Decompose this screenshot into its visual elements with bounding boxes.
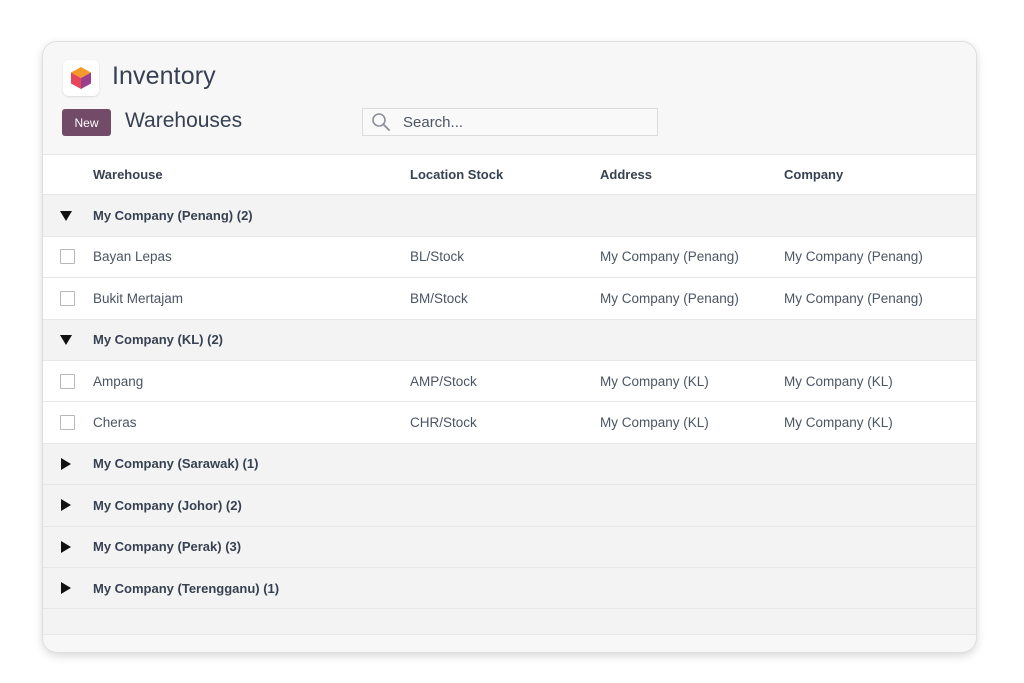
caret-down-icon[interactable] (60, 320, 72, 360)
control-panel: Inventory New Warehouses (43, 42, 976, 154)
table-header-row: Warehouse Location Stock Address Company (43, 154, 976, 196)
caret-right-icon[interactable] (60, 568, 72, 608)
search-input[interactable] (403, 113, 643, 131)
company-cell: My Company (Penang) (784, 249, 923, 265)
location-stock-cell: CHR/Stock (410, 415, 477, 431)
address-cell: My Company (KL) (600, 373, 709, 389)
app-title: Inventory (112, 62, 216, 90)
location-stock-cell: AMP/Stock (410, 373, 477, 389)
row-checkbox-cell[interactable] (60, 361, 75, 401)
group-row[interactable]: My Company (Terengganu) (1) (43, 567, 976, 610)
address-cell: My Company (Penang) (600, 290, 739, 306)
row-checkbox[interactable] (60, 290, 75, 306)
column-header-warehouse[interactable]: Warehouse (93, 155, 163, 194)
group-label: My Company (Terengganu) (1) (93, 580, 280, 596)
search-icon (372, 113, 390, 131)
row-checkbox[interactable] (60, 249, 75, 265)
address-cell: My Company (KL) (600, 415, 709, 431)
group-row[interactable]: My Company (Penang) (2) (43, 195, 976, 237)
table-row[interactable]: Bayan Lepas BL/Stock My Company (Penang) My… (43, 236, 976, 279)
new-button[interactable]: New (62, 109, 111, 136)
group-label: My Company (KL) (2) (93, 332, 223, 348)
group-label: My Company (Sarawak) (1) (93, 456, 259, 472)
warehouse-cell: Ampang (93, 373, 144, 389)
warehouse-cell: Bayan Lepas (93, 249, 172, 265)
table-row[interactable]: Ampang AMP/Stock My Company (KL) My Company… (43, 360, 976, 403)
company-cell: My Company (KL) (784, 373, 893, 389)
group-row[interactable]: My Company (Perak) (3) (43, 526, 976, 568)
column-header-location-stock[interactable]: Location Stock (410, 155, 503, 194)
group-row[interactable]: My Company (Johor) (2) (43, 485, 976, 527)
group-label: My Company (Johor) (2) (93, 497, 242, 513)
group-label: My Company (Penang) (2) (93, 208, 253, 224)
group-row[interactable]: My Company (KL) (2) (43, 319, 976, 361)
row-checkbox[interactable] (60, 373, 75, 389)
caret-right-icon[interactable] (60, 485, 72, 525)
row-checkbox-cell[interactable] (60, 278, 75, 318)
inventory-hexagon-icon (71, 67, 91, 89)
caret-right-icon[interactable] (60, 444, 72, 484)
search-bar[interactable] (362, 108, 658, 136)
table-footer (43, 609, 976, 636)
column-header-company[interactable]: Company (784, 155, 843, 194)
app-window: Inventory New Warehouses Warehouse Locat… (43, 42, 976, 652)
group-label: My Company (Perak) (3) (93, 539, 242, 555)
location-stock-cell: BM/Stock (410, 290, 468, 306)
table-row[interactable]: Cheras CHR/Stock My Company (KL) My Company… (43, 402, 976, 444)
location-stock-cell: BL/Stock (410, 249, 465, 265)
row-checkbox[interactable] (60, 415, 75, 431)
warehouse-cell: Cheras (93, 415, 137, 431)
address-cell: My Company (Penang) (600, 249, 739, 265)
page-title: Warehouses (125, 109, 243, 132)
table-body: My Company (Penang) (2) Bayan Lepas BL/Sto… (43, 195, 976, 610)
column-header-address[interactable]: Address (600, 155, 652, 194)
table-row[interactable]: Bukit Mertajam BM/Stock My Company (Penang… (43, 278, 976, 320)
inventory-app-logo[interactable] (63, 60, 99, 96)
company-cell: My Company (Penang) (784, 290, 923, 306)
caret-right-icon[interactable] (60, 527, 72, 567)
warehouse-cell: Bukit Mertajam (93, 290, 184, 306)
caret-down-icon[interactable] (60, 195, 72, 235)
row-checkbox-cell[interactable] (60, 402, 75, 442)
group-row[interactable]: My Company (Sarawak) (1) (43, 443, 976, 486)
warehouse-list-table: Warehouse Location Stock Address Company… (43, 154, 976, 636)
row-checkbox-cell[interactable] (60, 237, 75, 277)
company-cell: My Company (KL) (784, 415, 893, 431)
